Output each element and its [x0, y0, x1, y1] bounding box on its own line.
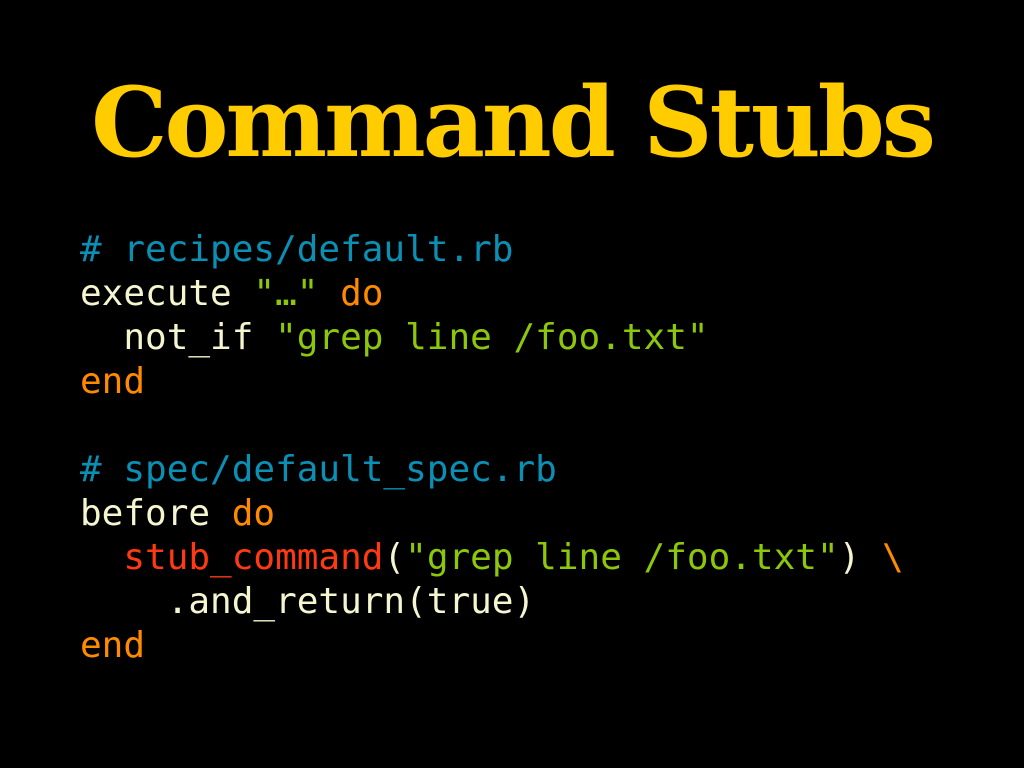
code-line: before do — [80, 492, 904, 536]
code-token-keyword: do — [231, 493, 276, 534]
code-line: not_if "grep line /foo.txt" — [80, 316, 904, 360]
code-token-comment: # spec/default_spec.rb — [80, 449, 557, 490]
code-token-keyword: end — [80, 625, 146, 666]
code-line: # spec/default_spec.rb — [80, 448, 904, 492]
code-token-string: "grep line /foo.txt" — [405, 537, 839, 578]
code-token-keyword: \ — [881, 537, 904, 578]
slide-title: Command Stubs — [91, 66, 936, 179]
code-token-plain: ( — [383, 537, 406, 578]
code-line: end — [80, 360, 904, 404]
code-token-string: "…" — [253, 273, 319, 314]
code-token-comment: # recipes/default.rb — [80, 229, 514, 270]
code-token-plain: ) — [838, 537, 882, 578]
code-line: stub_command("grep line /foo.txt") \ — [80, 536, 904, 580]
code-line: .and_return(true) — [80, 580, 904, 624]
code-block: # recipes/default.rb execute "…" do not_i… — [80, 228, 904, 668]
code-token-plain: not_if — [80, 317, 276, 358]
code-token-keyword: end — [80, 361, 146, 402]
code-token-method: stub_command — [123, 537, 384, 578]
code-token-plain: .and_return(true) — [80, 581, 536, 622]
code-token-string: "grep line /foo.txt" — [275, 317, 709, 358]
code-token-plain: before — [80, 493, 232, 534]
code-token-plain: execute — [80, 273, 254, 314]
code-line: # recipes/default.rb — [80, 228, 904, 272]
code-token-keyword: do — [340, 273, 384, 314]
code-line: execute "…" do — [80, 272, 904, 316]
code-line: end — [80, 624, 904, 668]
